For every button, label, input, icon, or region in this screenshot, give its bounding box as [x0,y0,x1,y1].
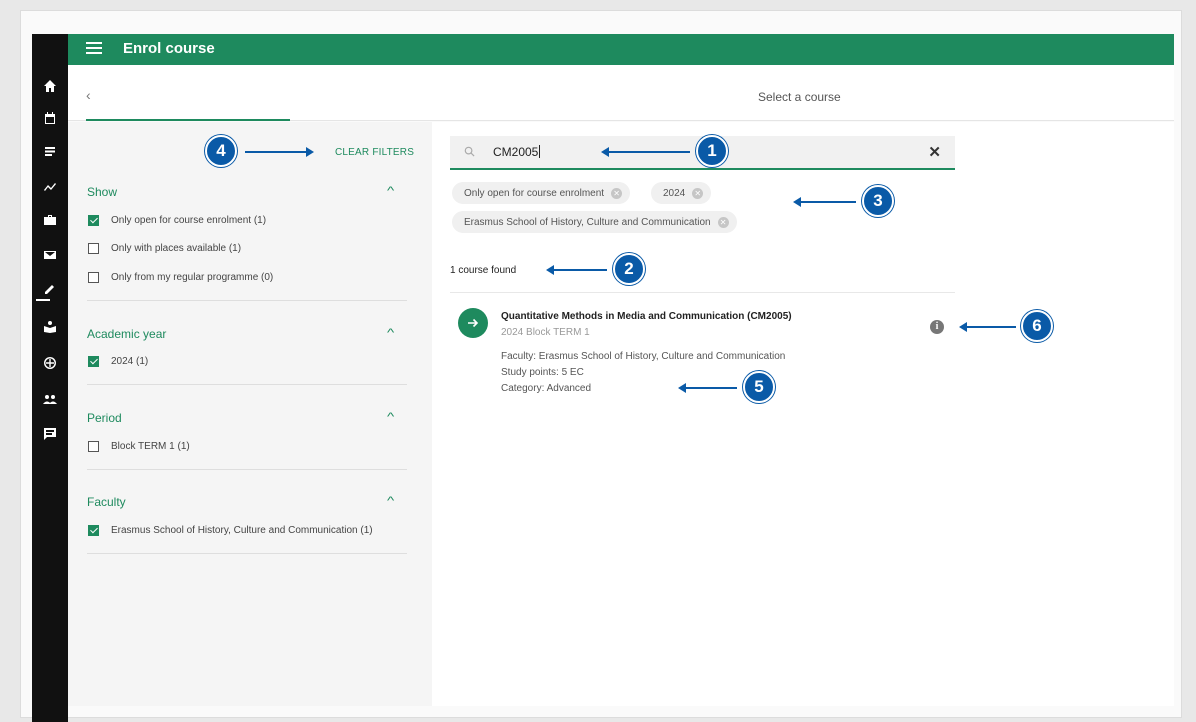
filter-option[interactable]: Only from my regular programme (0) [88,272,273,283]
hamburger-menu-icon[interactable] [86,42,102,56]
filter-option[interactable]: Only open for course enrolment (1) [88,215,266,226]
checkbox-checked[interactable] [88,215,99,226]
callout-badge-5: 5 [743,371,775,403]
section-title: Show [87,185,118,199]
back-chevron-icon[interactable]: ‹ [86,87,91,103]
remove-chip-icon[interactable]: ✕ [692,187,704,199]
people-icon[interactable] [32,389,68,409]
home-icon[interactable] [32,76,68,96]
course-title[interactable]: Quantitative Methods in Media and Commun… [501,311,792,322]
mail-icon[interactable] [32,245,68,265]
callout-arrow [245,147,314,157]
callout-badge-2: 2 [613,253,645,285]
collapse-chevron-icon[interactable]: ^ [387,185,394,197]
calendar-icon[interactable] [32,108,68,128]
filter-section-academic-year: Academic year ^ 2024 (1) [87,327,407,385]
remove-chip-icon[interactable]: ✕ [611,187,623,199]
section-divider [87,553,407,554]
callout-arrow [601,147,690,157]
filter-chip[interactable]: 2024 ✕ [651,182,712,204]
app-bar: Enrol course [68,34,1174,65]
results-divider [450,292,955,293]
arrow-right-icon [468,318,479,328]
filter-section-faculty: Faculty ^ Erasmus School of History, Cul… [87,495,407,554]
collapse-chevron-icon[interactable]: ^ [387,327,394,339]
filter-option[interactable]: Erasmus School of History, Culture and C… [88,525,373,536]
course-study-points: Study points: 5 EC [501,367,584,378]
callout-arrow [959,322,1016,332]
section-divider [87,300,407,301]
callout-badge-4: 4 [205,135,237,167]
checkbox-checked[interactable] [88,356,99,367]
list-icon[interactable] [32,142,68,162]
filter-section-period: Period ^ Block TERM 1 (1) [87,411,407,470]
chip-label: Only open for course enrolment [464,187,605,199]
section-title: Faculty [87,495,126,509]
option-label: Block TERM 1 (1) [111,441,190,452]
course-period: 2024 Block TERM 1 [501,327,590,338]
callout-arrow [793,197,856,207]
option-label: Only from my regular programme (0) [111,272,274,283]
trend-icon[interactable] [32,176,68,196]
callout-arrow [678,383,737,393]
page-title: Enrol course [123,40,215,57]
globe-icon[interactable] [32,353,68,373]
results-panel: CM2005 ✕ Only open for course enrolment ✕… [432,122,1174,706]
remove-chip-icon[interactable]: ✕ [717,216,729,228]
edit-icon[interactable] [32,279,68,301]
option-label: 2024 (1) [111,356,149,367]
filter-option[interactable]: 2024 (1) [88,356,148,367]
briefcase-icon[interactable] [32,210,68,230]
info-icon[interactable]: i [930,320,944,334]
option-label: Erasmus School of History, Culture and C… [111,525,373,536]
chip-label: Erasmus School of History, Culture and C… [464,216,711,228]
search-icon [464,146,475,157]
clear-search-icon[interactable]: ✕ [928,143,941,161]
section-title: Academic year [87,327,167,341]
section-divider [87,469,407,470]
filter-option[interactable]: Only with places available (1) [88,243,241,254]
filter-panel: CLEAR FILTERS Show ^ Only open for cours… [68,122,432,706]
school-icon[interactable] [32,317,68,337]
callout-badge-3: 3 [862,185,894,217]
option-label: Only with places available (1) [111,243,242,254]
course-category: Category: Advanced [501,383,592,394]
collapse-chevron-icon[interactable]: ^ [387,411,394,423]
checkbox[interactable] [88,441,99,452]
nav-rail [32,34,68,722]
search-value: CM2005 [493,145,539,159]
option-label: Only open for course enrolment (1) [111,215,267,226]
collapse-chevron-icon[interactable]: ^ [387,495,394,507]
filter-chip[interactable]: Only open for course enrolment ✕ [452,182,631,204]
active-tab-indicator [86,119,290,121]
result-count: 1 course found [450,265,517,276]
filter-section-show: Show ^ Only open for course enrolment (1… [87,185,407,301]
callout-arrow [546,265,607,275]
sub-header: ‹ Select a course [68,65,1174,121]
feedback-icon[interactable] [32,424,68,444]
step-heading: Select a course [758,90,841,104]
checkbox-checked[interactable] [88,525,99,536]
callout-badge-6: 6 [1021,310,1053,342]
section-title: Period [87,411,122,425]
section-divider [87,384,407,385]
clear-filters-button[interactable]: CLEAR FILTERS [335,147,414,158]
checkbox[interactable] [88,243,99,254]
filter-chip[interactable]: Erasmus School of History, Culture and C… [452,211,737,233]
filter-option[interactable]: Block TERM 1 (1) [88,441,190,452]
callout-badge-1: 1 [696,135,728,167]
chip-label: 2024 [663,187,686,199]
checkbox[interactable] [88,272,99,283]
course-faculty: Faculty: Erasmus School of History, Cult… [501,351,786,362]
select-course-button[interactable] [458,308,488,338]
